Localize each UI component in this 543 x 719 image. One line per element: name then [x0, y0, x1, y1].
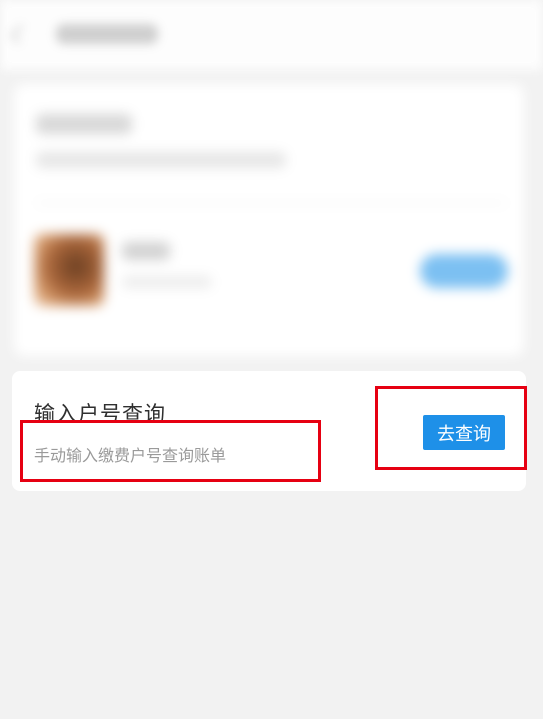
- highlight-box-subtitle: [20, 420, 321, 482]
- top-navigation-bar: [0, 0, 543, 70]
- blurred-card-title: [36, 114, 132, 134]
- card-divider: [36, 202, 506, 204]
- blurred-bill-card: [14, 84, 524, 356]
- page-title-blurred: [56, 24, 158, 44]
- chevron-left-icon[interactable]: [10, 24, 30, 44]
- highlight-box-button: [375, 386, 527, 470]
- blurred-account-meta: [122, 276, 212, 288]
- blurred-account-name: [122, 242, 170, 260]
- avatar: [34, 234, 104, 306]
- blurred-card-subtitle: [36, 152, 286, 168]
- blurred-action-button[interactable]: [420, 254, 508, 288]
